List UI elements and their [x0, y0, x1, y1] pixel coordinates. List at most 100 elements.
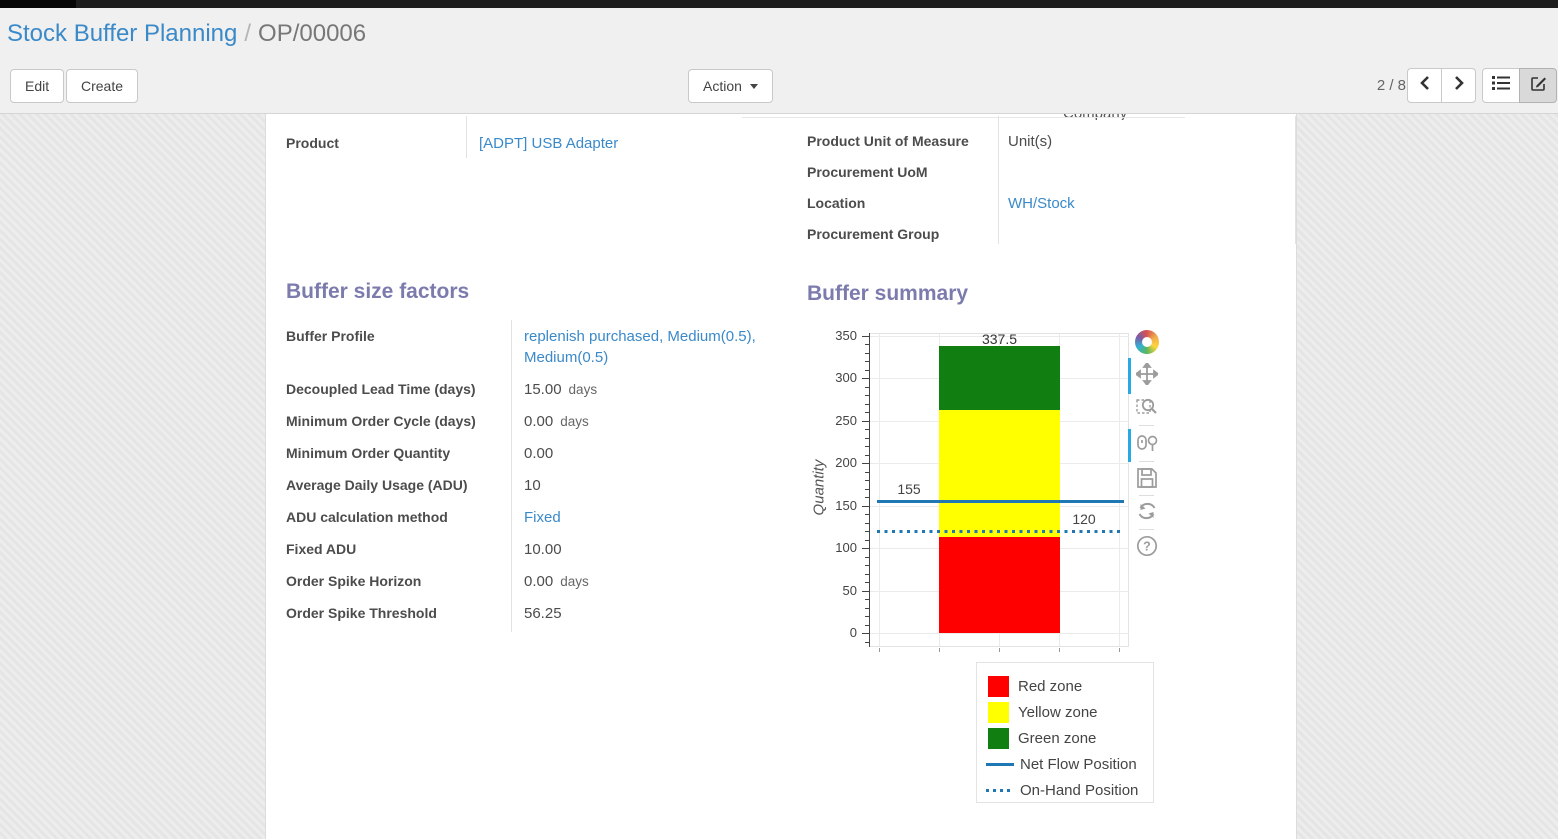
- field-row: ADU calculation methodFixed: [286, 507, 808, 528]
- field-value: 10.00: [511, 539, 779, 560]
- pager-previous-button[interactable]: [1407, 68, 1442, 103]
- chart-line-label: 120: [1064, 511, 1104, 527]
- edit-button-label: Edit: [25, 78, 49, 94]
- section-title-buffer-size-factors: Buffer size factors: [286, 280, 469, 304]
- hover-icon[interactable]: [1136, 434, 1158, 456]
- field-label: Buffer Profile: [286, 326, 511, 347]
- field-value[interactable]: WH/Stock: [998, 193, 1075, 214]
- measure-field-group: Product Unit of MeasureUnit(s)Procuremen…: [807, 126, 1296, 250]
- field-row: Procurement Group: [807, 219, 1296, 250]
- chart-gridline: [879, 334, 880, 646]
- field-value[interactable]: replenish purchased, Medium(0.5), Medium…: [511, 326, 779, 368]
- create-button[interactable]: Create: [66, 69, 138, 103]
- field-value: 0.00days: [511, 571, 779, 592]
- field-row: Order Spike Threshold56.25: [286, 603, 808, 624]
- legend-item: Net Flow Position: [988, 751, 1153, 777]
- breadcrumb: Stock Buffer Planning / OP/00006: [7, 20, 366, 48]
- form-view-button[interactable]: [1519, 68, 1557, 103]
- chevron-right-icon: [1452, 75, 1466, 96]
- legend-swatch: [988, 728, 1009, 749]
- box-zoom-icon[interactable]: [1136, 396, 1158, 418]
- action-button-label: Action: [703, 78, 742, 94]
- bokeh-logo-icon[interactable]: [1135, 330, 1159, 354]
- pan-icon[interactable]: [1136, 363, 1158, 385]
- field-value: 15.00days: [511, 379, 779, 400]
- field-label: Procurement UoM: [807, 162, 998, 183]
- chart-toolbar: ?: [1126, 328, 1168, 583]
- field-row: Fixed ADU10.00: [286, 539, 808, 560]
- stock-buffer-planning-page: Stock Buffer Planning / OP/00006 Edit Crea…: [0, 0, 1558, 839]
- legend-item: On-Hand Position: [988, 777, 1153, 803]
- list-view-button[interactable]: [1482, 68, 1520, 103]
- action-dropdown-button[interactable]: Action: [688, 69, 773, 103]
- save-icon[interactable]: [1136, 467, 1158, 489]
- legend-item: Red zone: [988, 673, 1153, 699]
- field-label: Product Unit of Measure: [807, 131, 998, 152]
- field-value[interactable]: [ADPT] USB Adapter: [466, 133, 618, 154]
- chart-y-tick: [862, 421, 869, 422]
- chart-y-tick-label: 0: [827, 625, 857, 640]
- chart-y-tick: [862, 506, 869, 507]
- field-row: Minimum Order Quantity0.00: [286, 443, 808, 464]
- field-value: 10: [511, 475, 779, 496]
- field-label: Decoupled Lead Time (days): [286, 379, 511, 400]
- chart-y-tick: [862, 548, 869, 549]
- svg-text:?: ?: [1143, 540, 1151, 554]
- chart-y-tick: [862, 633, 869, 634]
- chart-y-tick: [862, 591, 869, 592]
- clipped-row-divider: [742, 117, 1185, 118]
- breadcrumb-parent-link[interactable]: Stock Buffer Planning: [7, 20, 237, 47]
- view-switcher: [1482, 68, 1557, 103]
- reset-icon[interactable]: [1136, 500, 1158, 522]
- field-value: 56.25: [511, 603, 779, 624]
- field-label: Location: [807, 193, 998, 214]
- chart-legend: Red zoneYellow zoneGreen zoneNet Flow Po…: [976, 662, 1154, 803]
- breadcrumb-separator: /: [244, 20, 251, 47]
- chart-zone-red-zone: [939, 537, 1060, 633]
- chart-y-tick: [862, 378, 869, 379]
- field-label: Minimum Order Cycle (days): [286, 411, 511, 432]
- field-label: Product: [286, 133, 466, 154]
- legend-line-swatch: [986, 789, 1014, 792]
- help-icon[interactable]: ?: [1136, 535, 1158, 557]
- field-value[interactable]: Fixed: [511, 507, 779, 528]
- toolbar-separator: [1139, 495, 1154, 496]
- create-button-label: Create: [81, 78, 123, 94]
- chart-y-tick: [862, 463, 869, 464]
- chart-zone-yellow-zone: [939, 410, 1060, 537]
- toolbar-separator: [1139, 461, 1154, 462]
- top-navigation-bar: [0, 0, 1558, 8]
- chart-gridline: [1119, 334, 1120, 646]
- breadcrumb-current: OP/00006: [258, 20, 366, 47]
- field-row: Average Daily Usage (ADU)10: [286, 475, 808, 496]
- chart-gridline: [870, 633, 1129, 634]
- legend-line-swatch: [986, 763, 1014, 766]
- field-value: 0.00: [511, 443, 779, 464]
- field-label: Procurement Group: [807, 224, 998, 245]
- field-row: Product[ADPT] USB Adapter: [286, 128, 766, 159]
- chart-zone-boundary-label: 337.5: [939, 331, 1060, 347]
- caret-down-icon: [750, 84, 758, 89]
- legend-item: Yellow zone: [988, 699, 1153, 725]
- chart-x-tick: [939, 648, 940, 652]
- product-field-group: Product[ADPT] USB Adapter: [286, 128, 766, 159]
- buffer-factors-field-group: Buffer Profilereplenish purchased, Mediu…: [286, 326, 808, 635]
- chevron-left-icon: [1418, 75, 1432, 96]
- field-row: Procurement UoM: [807, 157, 1296, 188]
- chart-y-tick-label: 250: [827, 413, 857, 428]
- chart-x-tick: [1119, 648, 1120, 652]
- field-row: Buffer Profilereplenish purchased, Mediu…: [286, 326, 808, 368]
- chart-line-net-flow-position: [877, 500, 1124, 503]
- field-row: Minimum Order Cycle (days)0.00days: [286, 411, 808, 432]
- field-row: LocationWH/Stock: [807, 188, 1296, 219]
- pager-count: 2 / 8: [1366, 69, 1406, 103]
- edit-button[interactable]: Edit: [10, 69, 64, 103]
- chart-line-label: 155: [889, 481, 929, 497]
- form-sheet: Company Product[ADPT] USB Adapter Produc…: [265, 114, 1297, 839]
- legend-swatch: [988, 676, 1009, 697]
- pager-next-button[interactable]: [1441, 68, 1476, 103]
- toolbar-separator: [1139, 425, 1154, 426]
- chart-y-tick-label: 200: [827, 455, 857, 470]
- field-value: Unit(s): [998, 131, 1052, 152]
- buffer-summary-chart[interactable]: Quantity 050100150200250300350112.5262.5…: [829, 328, 1139, 668]
